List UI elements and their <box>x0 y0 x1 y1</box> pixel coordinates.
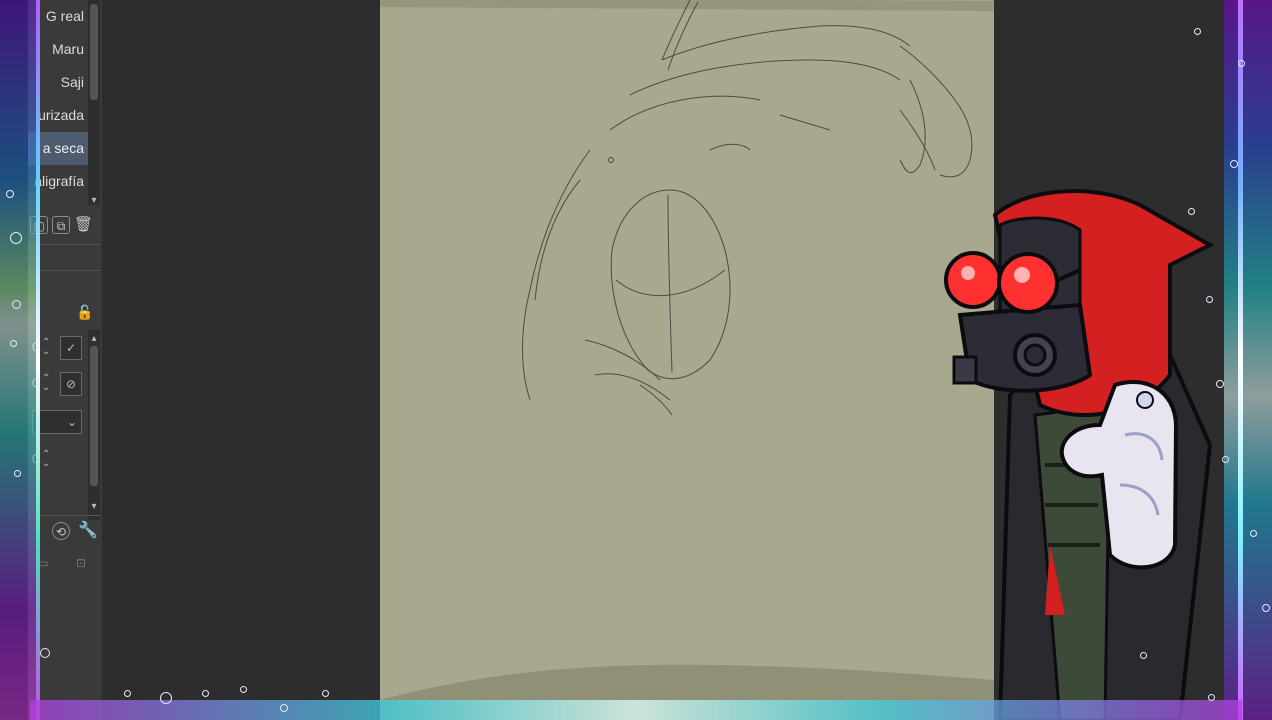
bubble-particle <box>1208 694 1215 701</box>
bubble-particle <box>1222 456 1229 463</box>
lock-icon[interactable]: 🔓 <box>76 304 93 321</box>
spinner-icon[interactable]: ⌃ ⌄ <box>42 450 50 469</box>
bubble-particle <box>40 648 50 658</box>
spinner-icon[interactable]: ⌃ ⌄ <box>42 374 50 393</box>
wrench-icon[interactable]: 🔧 <box>78 522 98 540</box>
scrollbar-thumb[interactable] <box>90 4 98 100</box>
bubble-particle <box>10 232 22 244</box>
bubble-particle <box>202 690 209 697</box>
visualizer-glow-right <box>1224 0 1272 720</box>
spinner-icon[interactable]: ⌃ ⌄ <box>42 338 50 357</box>
chevron-down-icon[interactable]: ▾ <box>88 194 100 208</box>
bubble-particle <box>1262 604 1270 612</box>
bubble-particle <box>1140 652 1147 659</box>
property-toggle[interactable]: ⊘ <box>60 372 82 396</box>
property-row: 0 ⌃⌄ <box>32 448 86 474</box>
bubble-particle <box>1250 530 1257 537</box>
drawing-canvas[interactable] <box>380 0 994 720</box>
bubble-particle <box>1188 208 1195 215</box>
property-row: ⌄ <box>32 410 86 436</box>
visualizer-glow-left <box>0 0 40 720</box>
trash-icon[interactable]: 🗑 <box>74 216 93 234</box>
bubble-particle <box>280 704 288 712</box>
bubble-particle <box>12 300 21 309</box>
bubble-particle <box>1206 296 1213 303</box>
bubble-particle <box>1230 160 1238 168</box>
app-frame: G real Maru Saji urizada a seca aligrafí… <box>0 0 1272 720</box>
visualizer-line-right <box>1238 0 1243 720</box>
chevron-up-icon[interactable]: ▴ <box>88 332 100 346</box>
layout-icon[interactable]: ⊡ <box>68 554 94 572</box>
bubble-particle <box>1194 28 1201 35</box>
sketch-lines <box>380 0 994 720</box>
bubble-particle <box>1216 380 1224 388</box>
bubble-particle <box>10 340 17 347</box>
workspace-background <box>102 0 380 720</box>
bubble-particle <box>322 690 329 697</box>
property-toggle[interactable]: ✓ <box>60 336 82 360</box>
reset-icon[interactable]: ⟲ <box>52 522 70 540</box>
bubble-particle <box>124 690 131 697</box>
chevron-down-icon[interactable]: ▾ <box>88 500 100 514</box>
bubble-particle <box>6 190 14 198</box>
bubble-particle <box>240 686 247 693</box>
duplicate-icon[interactable]: ⧉ <box>52 216 70 234</box>
brush-list-scrollbar[interactable] <box>88 0 100 205</box>
bubble-particle <box>160 692 172 704</box>
property-row: 0 ⌃⌄ ✓ <box>32 336 86 362</box>
visualizer-glow-bottom <box>30 700 1242 720</box>
bubble-particle <box>14 470 21 477</box>
bubble-particle <box>1238 60 1245 67</box>
property-scrollbar[interactable] <box>88 330 100 520</box>
visualizer-line-left <box>36 0 40 720</box>
scrollbar-thumb[interactable] <box>90 346 98 486</box>
mascot-character <box>944 189 1215 720</box>
property-row: 0 ⌃⌄ ⊘ <box>32 372 86 398</box>
